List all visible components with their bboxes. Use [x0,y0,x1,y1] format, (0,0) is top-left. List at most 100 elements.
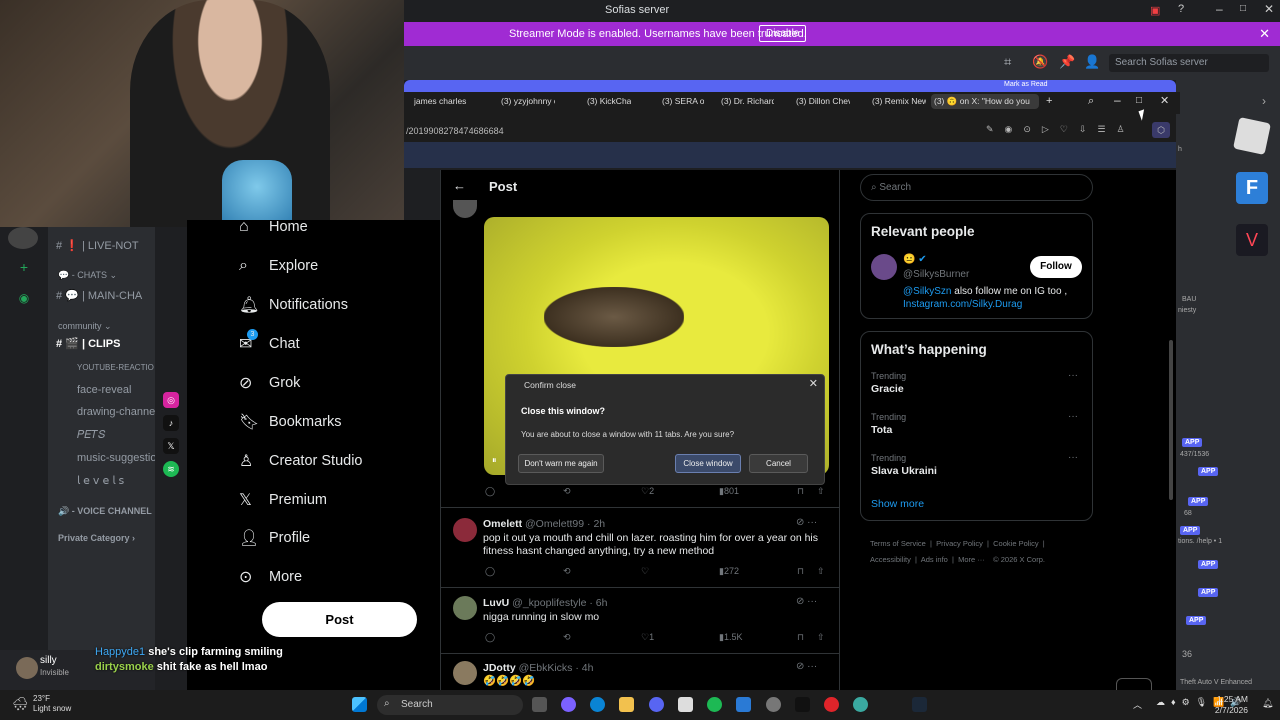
nav-explore[interactable]: ⌕ Explore [239,252,318,280]
avatar[interactable] [453,200,477,218]
back-arrow-icon[interactable]: ← [453,178,466,193]
nav-notifications[interactable]: 🔔︎ Notifications [239,291,348,319]
tab[interactable]: (3) Dillon Chev [796,96,850,106]
tab-search-icon[interactable]: ⌕ [1088,95,1094,108]
browser-close-icon[interactable]: ✕ [1160,94,1169,107]
avatar[interactable] [453,661,477,685]
tiktok-taskbar-icon[interactable] [795,697,810,712]
avatar[interactable] [16,657,38,679]
spotify-taskbar-icon[interactable] [707,697,722,712]
channel-main-chat[interactable]: # 💬 | MAIN-CHA [56,289,142,302]
category-voice[interactable]: 🔊 - VOICE CHANNEL [58,506,152,517]
tab[interactable]: james charles [414,96,486,106]
reply-icon[interactable]: ◯ [485,486,495,497]
tweet[interactable]: Omelett @Omelett99 · 2h ⊘ ··· pop it out… [441,507,839,587]
threads-icon[interactable]: ⌗ [1004,54,1011,70]
avatar[interactable] [871,254,897,280]
footer-link[interactable]: Terms of Service [870,539,926,548]
minimize-icon[interactable]: – [1216,2,1223,16]
discover-icon[interactable]: ◉ [16,290,32,306]
weather-icon[interactable]: 🌨 [12,696,29,712]
tweet[interactable]: LuvU @_kpoplifestyle · 6h ⊘ ··· nigga ru… [441,587,839,653]
channel-clips[interactable]: # 🎬 | CLIPS [56,337,120,350]
share-icon[interactable]: ⇧ [817,486,825,497]
bookmark-icon[interactable]: ⊓ [797,486,804,497]
channel-face-reveal[interactable]: face-reveal [77,384,131,396]
browser-maximize-icon[interactable]: □ [1136,95,1142,106]
mark-as-read[interactable]: Mark as Read [1004,81,1048,88]
toolbar-icons[interactable]: ✎◉⊙▷♡⇩☰♙ [986,124,1136,135]
x-search-input[interactable]: ⌕ Search [860,174,1093,201]
channel-pets[interactable]: 𝑃𝐸𝑇𝑆 [77,429,105,442]
copilot-icon[interactable] [561,697,576,712]
pause-icon[interactable]: ⏸ [492,455,497,466]
trend-more-icon[interactable]: ··· [1068,452,1078,463]
channel-youtube[interactable]: YOUTUBE-REACTIO [77,363,154,372]
tab[interactable]: (3) SERA on X: [662,96,704,106]
views-icon[interactable]: ▮ 801 [719,486,739,497]
server-icon[interactable] [8,227,38,249]
tweet[interactable]: JDotty @EbkKicks · 4h ⊘ ··· 🤣🤣🤣🤣 [441,653,839,690]
bio-instagram-link[interactable]: Instagram.com/Silky.Durag [903,299,1022,310]
opera-icon[interactable] [824,697,839,712]
tab[interactable]: (3) KickChamp [587,96,631,106]
extension-icon[interactable]: ⬡ [1152,122,1170,138]
app-icon[interactable] [853,697,868,712]
channel-music[interactable]: music-suggestio [77,452,155,464]
close-window-button[interactable]: Close window [675,454,741,473]
nav-premium[interactable]: 𝕏 Premium [239,486,327,514]
close-icon[interactable]: ✕ [1264,2,1274,16]
share-icon[interactable]: ⇧ [817,566,825,577]
avatar[interactable] [453,518,477,542]
post-button[interactable]: Post [262,602,417,637]
category-chats[interactable]: 💬 - CHATS ⌄ [58,270,117,281]
share-icon[interactable]: ⇧ [817,632,825,643]
cancel-button[interactable]: Cancel [749,454,808,473]
banner-close-icon[interactable]: ✕ [1259,26,1270,42]
footer-link[interactable]: More ··· [958,555,985,564]
maximize-icon[interactable]: □ [1240,3,1246,14]
bio-mention-link[interactable]: @SilkySzn [903,286,952,297]
address-bar[interactable]: /2019908278474686684 ✎◉⊙▷♡⇩☰♙ ⬡ [404,120,1176,142]
settings-icon[interactable] [766,697,781,712]
views-icon[interactable]: ▮ 272 [719,566,739,577]
discord-search-input[interactable]: Search Sofias server [1109,54,1269,72]
category-private[interactable]: Private Category › [58,533,135,543]
repost-icon[interactable]: ⟲ [563,566,571,577]
repost-icon[interactable]: ⟲ [563,486,571,497]
taskbar-search[interactable]: ⌕ Search [377,695,523,715]
discord-new-messages-bar[interactable]: Mark as Read [404,80,1176,92]
store-icon[interactable] [678,697,693,712]
browser-scrollbar[interactable] [1166,170,1176,690]
relevant-handle[interactable]: @SilkysBurner [903,269,969,280]
channel-drawing[interactable]: drawing-channe [77,406,155,418]
trend-more-icon[interactable]: ··· [1068,370,1078,381]
clock[interactable]: 1:25 AM 2/7/2026 [1215,694,1248,716]
scroll-to-top-pill[interactable] [1116,678,1152,690]
nav-bookmarks[interactable]: 🔖︎ Bookmarks [239,408,342,436]
disable-button[interactable]: Disable [759,25,807,42]
chevron-right-icon[interactable]: › [1262,94,1266,108]
avatar[interactable] [453,596,477,620]
like-icon[interactable]: ♡ 1 [641,632,654,643]
mail-icon[interactable] [736,697,751,712]
windows-start-icon[interactable] [352,697,367,712]
category-community[interactable]: community ⌄ [58,321,112,332]
follow-button[interactable]: Follow [1030,256,1082,278]
trend-more-icon[interactable]: ··· [1068,411,1078,422]
nav-profile[interactable]: 👤︎ Profile [239,524,310,552]
tray-chevron-icon[interactable]: ︿ [1133,698,1142,711]
grok-icon[interactable]: ⊘ ··· [796,596,817,607]
browser-minimize-icon[interactable]: – [1114,93,1121,107]
dialog-close-icon[interactable]: ✕ [809,377,818,390]
footer-link[interactable]: Cookie Policy [993,539,1038,548]
reply-icon[interactable]: ◯ [485,566,495,577]
footer-link[interactable]: Accessibility [870,555,911,564]
like-icon[interactable]: ♡ 2 [641,486,654,497]
notification-bell-icon[interactable]: 🔔︎ [1262,698,1273,709]
reply-icon[interactable]: ◯ [485,632,495,643]
tab-active[interactable]: (3) 🙃 on X: "How do you [931,94,1039,109]
channel-live[interactable]: # ❗ | LIVE-NOT [56,239,139,252]
weather-widget[interactable]: 23°F Light snow [33,694,71,714]
instagram-icon[interactable]: ◎ [163,392,179,408]
